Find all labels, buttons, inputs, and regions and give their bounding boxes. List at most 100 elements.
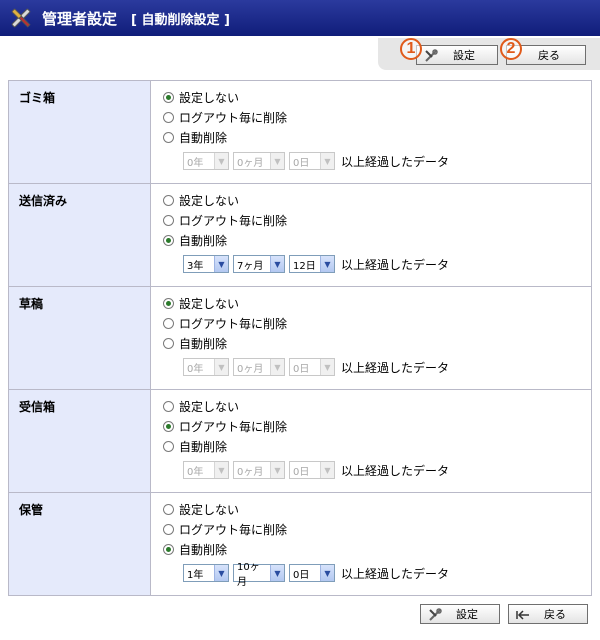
folder-name: ゴミ箱 (8, 80, 151, 184)
option-none[interactable]: 設定しない (163, 87, 591, 107)
option-none-label: 設定しない (179, 193, 240, 208)
radio-logout[interactable] (163, 111, 174, 123)
radio-logout[interactable] (163, 420, 174, 432)
page-subtitle: [ 自動削除設定 ] (131, 12, 230, 28)
year-select[interactable]: 0年 ▼ (183, 152, 229, 170)
back-arrow-icon (515, 607, 531, 623)
auto-delete-settings-table: ゴミ箱 設定しない ログアウト毎に削除 自動削除 0年 ▼ 0ヶ月 ▼ 0日 ▼… (8, 80, 592, 596)
radio-none[interactable] (163, 91, 174, 103)
folder-name: 受信箱 (8, 389, 151, 493)
back-button-label: 戻る (544, 608, 566, 621)
option-auto[interactable]: 自動削除 (163, 333, 591, 353)
period-selects: 0年 ▼ 0ヶ月 ▼ 0日 ▼ 以上経過したデータ (183, 458, 591, 482)
option-auto[interactable]: 自動削除 (163, 230, 591, 250)
folder-row: 保管 設定しない ログアウト毎に削除 自動削除 1年 ▼ 10ヶ月 ▼ 0日 ▼… (8, 492, 592, 596)
save-button-top[interactable]: 設定 (416, 45, 498, 65)
option-logout-label: ログアウト毎に削除 (179, 316, 288, 331)
folder-row: ゴミ箱 設定しない ログアウト毎に削除 自動削除 0年 ▼ 0ヶ月 ▼ 0日 ▼… (8, 80, 592, 184)
option-auto-label: 自動削除 (179, 336, 228, 351)
folder-row: 草稿 設定しない ログアウト毎に削除 自動削除 0年 ▼ 0ヶ月 ▼ 0日 ▼ … (8, 286, 592, 390)
day-select[interactable]: 0日 ▼ (289, 564, 335, 582)
chevron-down-icon: ▼ (270, 462, 284, 478)
option-auto-label: 自動削除 (179, 233, 228, 248)
year-select[interactable]: 0年 ▼ (183, 461, 229, 479)
day-select[interactable]: 0日 ▼ (289, 152, 335, 170)
period-suffix: 以上経過したデータ (341, 360, 450, 375)
option-auto[interactable]: 自動削除 (163, 127, 591, 147)
chevron-down-icon: ▼ (214, 256, 228, 272)
option-none[interactable]: 設定しない (163, 396, 591, 416)
day-select[interactable]: 0日 ▼ (289, 461, 335, 479)
option-none-label: 設定しない (179, 399, 240, 414)
radio-none[interactable] (163, 297, 174, 309)
day-select[interactable]: 0日 ▼ (289, 358, 335, 376)
chevron-down-icon: ▼ (270, 256, 284, 272)
option-auto[interactable]: 自動削除 (163, 539, 591, 559)
option-logout-label: ログアウト毎に削除 (179, 419, 288, 434)
radio-logout[interactable] (163, 523, 174, 535)
month-select[interactable]: 0ヶ月 ▼ (233, 358, 285, 376)
period-selects: 1年 ▼ 10ヶ月 ▼ 0日 ▼ 以上経過したデータ (183, 561, 591, 588)
radio-none[interactable] (163, 503, 174, 515)
save-button-label: 設定 (456, 608, 478, 621)
back-button-bottom[interactable]: 戻る (508, 604, 588, 624)
option-logout[interactable]: ログアウト毎に削除 (163, 416, 591, 436)
bottom-toolbar: 設定 戻る (0, 604, 600, 628)
radio-none[interactable] (163, 400, 174, 412)
year-select[interactable]: 3年 ▼ (183, 255, 229, 273)
period-selects: 3年 ▼ 7ヶ月 ▼ 12日 ▼ 以上経過したデータ (183, 252, 591, 276)
option-none-label: 設定しない (179, 502, 240, 517)
folder-row: 受信箱 設定しない ログアウト毎に削除 自動削除 0年 ▼ 0ヶ月 ▼ 0日 ▼… (8, 389, 592, 493)
chevron-down-icon: ▼ (214, 153, 228, 169)
annotation-badge-1: 1 (400, 38, 422, 60)
folder-options: 設定しない ログアウト毎に削除 自動削除 0年 ▼ 0ヶ月 ▼ 0日 ▼ 以上経… (150, 286, 592, 390)
option-logout-label: ログアウト毎に削除 (179, 110, 288, 125)
option-none-label: 設定しない (179, 90, 240, 105)
back-button-label: 戻る (538, 49, 560, 62)
option-auto-label: 自動削除 (179, 439, 228, 454)
folder-name: 草稿 (8, 286, 151, 390)
radio-auto[interactable] (163, 131, 174, 143)
month-select[interactable]: 7ヶ月 ▼ (233, 255, 285, 273)
period-suffix: 以上経過したデータ (341, 463, 450, 478)
option-auto-label: 自動削除 (179, 542, 228, 557)
chevron-down-icon: ▼ (214, 359, 228, 375)
radio-none[interactable] (163, 194, 174, 206)
folder-name: 保管 (8, 492, 151, 596)
option-logout[interactable]: ログアウト毎に削除 (163, 210, 591, 230)
period-suffix: 以上経過したデータ (341, 154, 450, 169)
chevron-down-icon: ▼ (270, 359, 284, 375)
option-none[interactable]: 設定しない (163, 293, 591, 313)
option-none-label: 設定しない (179, 296, 240, 311)
option-logout[interactable]: ログアウト毎に削除 (163, 107, 591, 127)
option-auto[interactable]: 自動削除 (163, 436, 591, 456)
month-select[interactable]: 10ヶ月 ▼ (233, 562, 285, 588)
month-select[interactable]: 0ヶ月 ▼ (233, 461, 285, 479)
month-select[interactable]: 0ヶ月 ▼ (233, 152, 285, 170)
chevron-down-icon: ▼ (320, 462, 334, 478)
period-selects: 0年 ▼ 0ヶ月 ▼ 0日 ▼ 以上経過したデータ (183, 149, 591, 173)
option-none[interactable]: 設定しない (163, 190, 591, 210)
chevron-down-icon: ▼ (320, 153, 334, 169)
folder-options: 設定しない ログアウト毎に削除 自動削除 0年 ▼ 0ヶ月 ▼ 0日 ▼ 以上経… (150, 80, 592, 184)
option-logout[interactable]: ログアウト毎に削除 (163, 519, 591, 539)
radio-auto[interactable] (163, 440, 174, 452)
year-select[interactable]: 0年 ▼ (183, 358, 229, 376)
option-logout-label: ログアウト毎に削除 (179, 213, 288, 228)
radio-auto[interactable] (163, 234, 174, 246)
radio-logout[interactable] (163, 317, 174, 329)
radio-logout[interactable] (163, 214, 174, 226)
chevron-down-icon: ▼ (320, 256, 334, 272)
option-logout[interactable]: ログアウト毎に削除 (163, 313, 591, 333)
option-none[interactable]: 設定しない (163, 499, 591, 519)
option-auto-label: 自動削除 (179, 130, 228, 145)
radio-auto[interactable] (163, 543, 174, 555)
page-title: 管理者設定 (42, 9, 118, 28)
year-select[interactable]: 1年 ▼ (183, 564, 229, 582)
save-button-bottom[interactable]: 設定 (420, 604, 500, 624)
option-logout-label: ログアウト毎に削除 (179, 522, 288, 537)
day-select[interactable]: 12日 ▼ (289, 255, 335, 273)
period-suffix: 以上経過したデータ (341, 257, 450, 272)
radio-auto[interactable] (163, 337, 174, 349)
folder-options: 設定しない ログアウト毎に削除 自動削除 0年 ▼ 0ヶ月 ▼ 0日 ▼ 以上経… (150, 389, 592, 493)
